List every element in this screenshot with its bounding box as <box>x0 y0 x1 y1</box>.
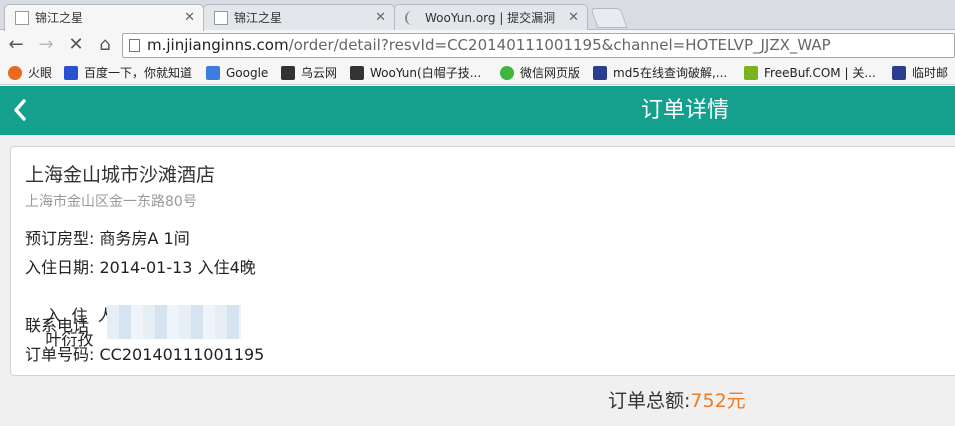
home-icon[interactable]: ⌂ <box>93 33 117 57</box>
new-tab-button[interactable] <box>590 8 628 28</box>
checkin-label: 入住日期: <box>25 258 95 277</box>
room-type-value: 商务房A 1间 <box>99 229 190 248</box>
bookmark-huoyan[interactable]: 火眼 <box>8 63 52 83</box>
close-tab-icon[interactable]: ✕ <box>375 5 386 30</box>
wooyun-icon <box>281 66 295 80</box>
bookmark-wooyun-whitehat[interactable]: WooYun(白帽子技... <box>350 63 481 83</box>
wooyun-icon <box>350 66 364 80</box>
order-card: 上海金山城市沙滩酒店 上海市金山区金一东路80号 预订房型: 商务房A 1间 入… <box>10 146 955 376</box>
bookmark-google[interactable]: Google <box>206 63 268 83</box>
checkin-value: 2014-01-13 入住4晚 <box>99 258 256 277</box>
total-label: 订单总额: <box>608 390 691 412</box>
chevron-left-icon[interactable] <box>6 92 34 128</box>
stop-icon[interactable]: ✕ <box>64 33 88 57</box>
bookmark-label: md5在线查询破解,... <box>613 66 728 80</box>
phone-label: 联系电话 <box>25 316 90 335</box>
freebuf-icon <box>744 66 758 80</box>
hotel-address: 上海市金山区金一东路80号 <box>25 194 197 210</box>
loading-icon <box>405 11 419 25</box>
wechat-icon <box>500 66 514 80</box>
bookmark-md5[interactable]: md5在线查询破解,... <box>593 63 727 83</box>
checkin-row: 入住日期: 2014-01-13 入住4晚 <box>25 254 256 278</box>
total-amount: 752元 <box>690 390 746 412</box>
tempmail-icon <box>892 66 906 80</box>
page-icon <box>129 39 140 52</box>
phone-row: 联系电话 <box>25 312 89 336</box>
redacted-phone <box>107 305 241 339</box>
browser-tab-3[interactable]: WooYun.org | 提交漏洞 ✕ <box>394 4 588 30</box>
bookmark-freebuf[interactable]: FreeBuf.COM | 关... <box>744 63 876 83</box>
huoyan-icon <box>8 66 22 80</box>
app-header: 订单详情 <box>0 86 955 135</box>
close-tab-icon[interactable]: ✕ <box>568 5 579 30</box>
browser-tab-strip: 锦江之星 ✕ 锦江之星 ✕ WooYun.org | 提交漏洞 ✕ <box>0 0 955 31</box>
page-title: 订单详情 <box>640 98 729 123</box>
address-bar[interactable]: m.jinjianginns.com/order/detail?resvId=C… <box>122 33 955 58</box>
bookmark-wechat[interactable]: 微信网页版 <box>500 63 580 83</box>
back-arrow-icon[interactable]: ← <box>4 33 28 57</box>
browser-tab-2[interactable]: 锦江之星 ✕ <box>203 4 395 30</box>
url-host: m.jinjianginns.com <box>147 36 289 54</box>
bookmark-label: 微信网页版 <box>520 66 581 80</box>
bookmark-label: 火眼 <box>28 66 53 80</box>
bookmark-tempmail[interactable]: 临时邮 <box>892 63 948 83</box>
bookmark-baidu[interactable]: 百度一下，你就知道 <box>64 63 192 83</box>
tab-title: 锦江之星 <box>234 11 283 25</box>
browser-toolbar: ← → ✕ ⌂ m.jinjianginns.com/order/detail?… <box>0 30 955 60</box>
bookmark-label: Google <box>226 66 269 80</box>
md5-icon <box>593 66 607 80</box>
order-number-row: 订单号码: CC20140111001195 <box>25 341 264 365</box>
page-icon <box>15 11 29 25</box>
room-type-label: 预订房型: <box>25 229 95 248</box>
bookmarks-bar: 火眼 百度一下，你就知道 Google 乌云网 WooYun(白帽子技... 微… <box>0 60 955 85</box>
room-type-row: 预订房型: 商务房A 1间 <box>25 225 190 249</box>
page-icon <box>214 11 228 25</box>
bookmark-label: 乌云网 <box>301 66 338 80</box>
close-tab-icon[interactable]: ✕ <box>184 5 195 31</box>
bookmark-label: 百度一下，你就知道 <box>84 66 193 80</box>
tab-title: WooYun.org | 提交漏洞 <box>425 11 556 25</box>
hotel-name: 上海金山城市沙滩酒店 <box>25 164 216 186</box>
order-number-value: CC20140111001195 <box>99 345 265 364</box>
bookmark-label: 临时邮 <box>912 66 949 80</box>
bookmark-label: FreeBuf.COM | 关... <box>764 66 876 80</box>
baidu-icon <box>64 66 78 80</box>
forward-arrow-icon[interactable]: → <box>34 33 58 57</box>
bookmark-label: WooYun(白帽子技... <box>370 66 482 80</box>
browser-tab-1[interactable]: 锦江之星 ✕ <box>4 4 204 31</box>
google-icon <box>206 66 220 80</box>
order-number-label: 订单号码: <box>25 345 95 364</box>
order-total: 订单总额:752元 <box>608 386 746 413</box>
bookmark-wooyun[interactable]: 乌云网 <box>281 63 337 83</box>
tab-title: 锦江之星 <box>35 11 84 25</box>
url-path: /order/detail?resvId=CC20140111001195&ch… <box>288 36 831 54</box>
